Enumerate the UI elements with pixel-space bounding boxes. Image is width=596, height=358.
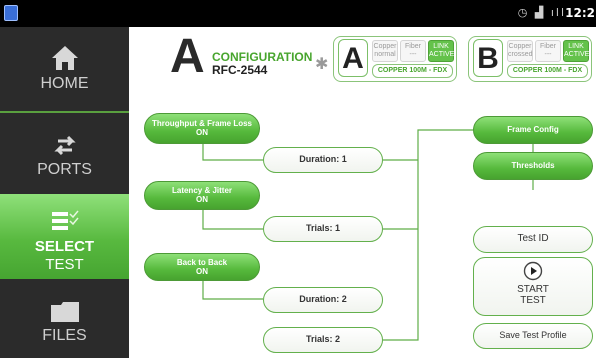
test-throughput-state: ON (196, 128, 208, 137)
latency-trials-field[interactable]: Trials: 1 (263, 216, 383, 242)
thresholds-button[interactable]: Thresholds (473, 152, 593, 180)
frame-config-button[interactable]: Frame Config (473, 116, 593, 144)
play-icon (523, 261, 543, 281)
test-latency-button[interactable]: Latency & Jitter ON (144, 181, 260, 210)
test-b2b-state: ON (196, 267, 208, 276)
test-throughput-name: Throughput & Frame Loss (152, 119, 252, 128)
test-latency-name: Latency & Jitter (171, 186, 233, 195)
connector-throughput (202, 144, 263, 161)
connector-b2b (202, 280, 263, 300)
test-b2b-name: Back to Back (176, 258, 228, 267)
throughput-duration-field[interactable]: Duration: 1 (263, 147, 383, 173)
test-id-button[interactable]: Test ID (473, 226, 593, 253)
start-test-button[interactable]: START TEST (473, 257, 593, 316)
test-throughput-button[interactable]: Throughput & Frame Loss ON (144, 113, 260, 144)
save-test-profile-button[interactable]: Save Test Profile (473, 323, 593, 349)
start-test-label-line1: START (517, 284, 549, 295)
b2b-duration-field[interactable]: Duration: 2 (263, 287, 383, 313)
start-test-label-line2: TEST (520, 295, 546, 306)
test-b2b-button[interactable]: Back to Back ON (144, 253, 260, 281)
connector-latency (202, 210, 263, 230)
test-latency-state: ON (196, 195, 208, 204)
b2b-trials-field[interactable]: Trials: 2 (263, 327, 383, 353)
connector-trunk (383, 129, 473, 341)
